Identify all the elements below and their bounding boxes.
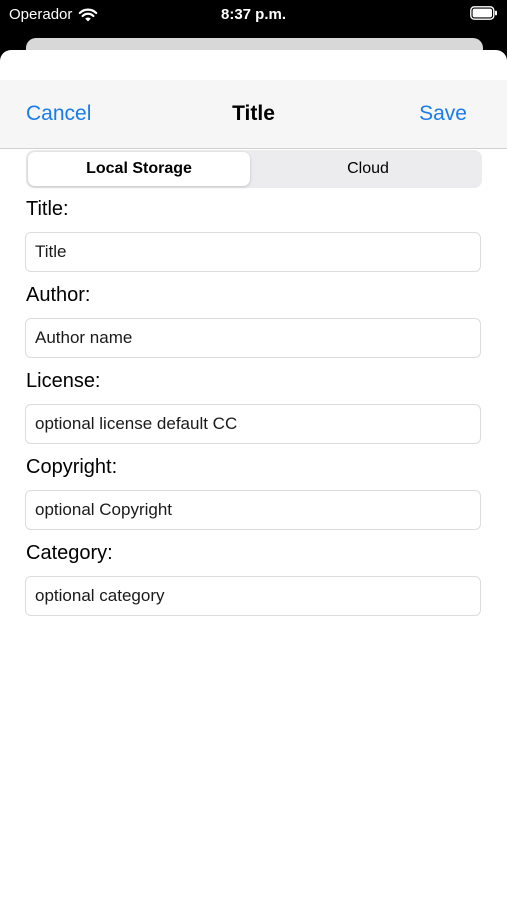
license-label: License:	[26, 370, 101, 392]
save-button[interactable]: Save	[419, 102, 467, 126]
author-input[interactable]: Author name	[25, 318, 481, 358]
navigation-bar: Cancel Title Save	[0, 80, 507, 149]
segment-local-storage[interactable]: Local Storage	[28, 152, 250, 186]
author-label: Author:	[26, 284, 91, 306]
copyright-label: Copyright:	[26, 456, 118, 478]
title-input[interactable]: Title	[25, 232, 481, 272]
license-input[interactable]: optional license default CC	[25, 404, 481, 444]
status-bar: Operador 8:37 p.m.	[0, 0, 507, 30]
segment-cloud[interactable]: Cloud	[257, 152, 479, 186]
storage-segmented-control: Local Storage Cloud	[26, 150, 482, 188]
category-label: Category:	[26, 542, 113, 564]
copyright-input[interactable]: optional Copyright	[25, 490, 481, 530]
status-time: 8:37 p.m.	[220, 6, 287, 23]
title-label: Title:	[26, 198, 69, 220]
modal-sheet: Cancel Title Save Local Storage Cloud Ti…	[0, 50, 507, 900]
battery-icon	[470, 6, 497, 20]
category-input[interactable]: optional category	[25, 576, 481, 616]
